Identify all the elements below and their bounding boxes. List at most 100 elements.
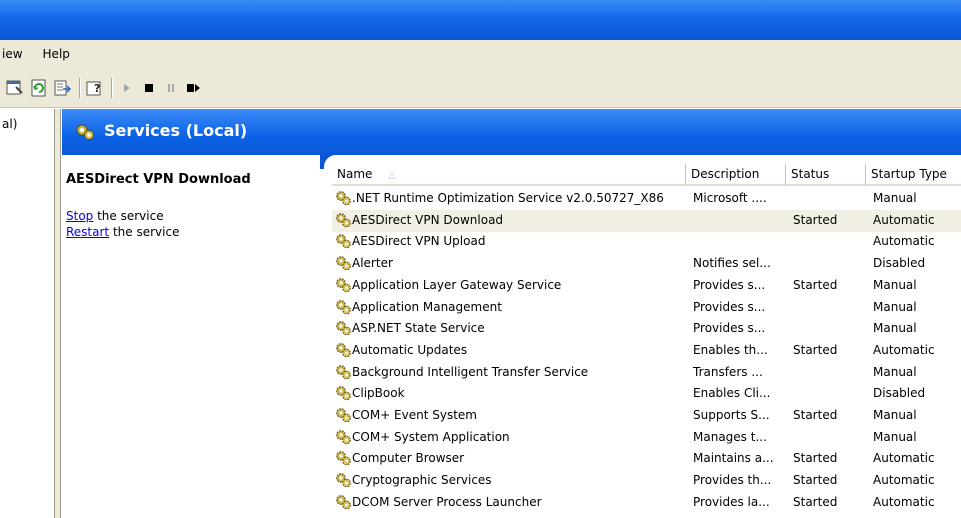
service-startup-type-cell: Automatic <box>873 473 935 488</box>
service-startup-type-cell: Disabled <box>873 256 926 271</box>
gear-service-icon <box>334 449 352 467</box>
service-name-cell: COM+ System Application <box>352 429 510 444</box>
service-description-cell: Supports S... <box>693 408 770 422</box>
stop-service-link[interactable]: Stop <box>66 209 93 223</box>
table-row[interactable]: Automatic Updates Enables th... Started Aut… <box>332 340 961 362</box>
service-description-cell: Transfers ... <box>693 364 763 379</box>
refresh-icon[interactable] <box>30 79 48 97</box>
toolbar-separator <box>79 78 81 98</box>
service-startup-type-cell: Automatic <box>873 451 935 466</box>
service-startup-type-cell: Manual <box>873 321 917 336</box>
menu-help[interactable]: Help <box>33 43 80 65</box>
gear-service-icon <box>334 232 352 250</box>
column-header-name[interactable]: Name △ <box>332 164 686 186</box>
gear-service-icon <box>334 406 352 424</box>
gear-service-icon <box>74 122 96 145</box>
service-name-cell: AESDirect VPN Upload <box>352 234 486 249</box>
gear-service-icon <box>334 384 352 402</box>
service-name-cell: Alerter <box>352 256 393 271</box>
table-row[interactable]: DCOM Server Process Launcher Provides la.… <box>332 492 961 514</box>
extended-view-pane: AESDirect VPN Download Stop the service … <box>62 155 324 518</box>
window-title-bar[interactable] <box>0 0 961 40</box>
stop-action: Stop the service <box>66 209 164 223</box>
stop-service-icon[interactable] <box>140 79 158 97</box>
service-name-cell: ClipBook <box>352 386 405 401</box>
table-row[interactable]: AESDirect VPN Download Started Automatic <box>332 209 961 232</box>
service-description-cell: Provides s... <box>693 299 766 314</box>
service-name-cell: Background Intelligent Transfer Service <box>352 364 589 379</box>
service-description-cell: Manages t... <box>693 429 767 444</box>
pause-service-icon[interactable] <box>162 79 180 97</box>
gear-service-icon <box>334 471 352 489</box>
service-name-cell: ASP.NET State Service <box>352 321 485 336</box>
service-name-cell: COM+ Event System <box>352 408 477 422</box>
table-row[interactable]: COM+ Event System Supports S... Started Man… <box>332 405 961 427</box>
services-header: Services (Local) <box>62 109 961 155</box>
toolbar: ? <box>0 68 961 108</box>
page-title: Services (Local) <box>104 121 248 140</box>
export-list-icon[interactable] <box>54 79 72 97</box>
column-header-startup-type[interactable]: Startup Type <box>866 164 961 186</box>
tree-node-services-local[interactable]: al) <box>2 117 17 131</box>
service-status-cell: Started <box>793 212 838 227</box>
column-header-name-label: Name <box>337 167 373 181</box>
restart-service-icon[interactable] <box>184 79 202 97</box>
gear-service-icon <box>334 276 352 294</box>
table-row[interactable]: Computer Browser Maintains a... Started Aut… <box>332 448 961 470</box>
gear-service-icon <box>334 298 352 316</box>
service-description-cell: Enables th... <box>693 342 768 357</box>
restart-service-link[interactable]: Restart <box>66 225 109 239</box>
service-name-cell: DCOM Server Process Launcher <box>352 494 542 509</box>
service-startup-type-cell: Manual <box>873 408 917 422</box>
start-service-icon[interactable] <box>118 79 136 97</box>
service-name-cell: Automatic Updates <box>352 342 468 357</box>
gear-service-icon <box>334 189 352 207</box>
service-description-cell: Provides s... <box>693 277 766 292</box>
service-startup-type-cell: Automatic <box>873 234 935 249</box>
gear-service-icon <box>334 319 352 337</box>
table-row[interactable]: COM+ System Application Manages t... Manua… <box>332 427 961 449</box>
table-row[interactable]: Application Management Provides s... Manua… <box>332 297 961 319</box>
service-status-cell: Started <box>793 277 838 292</box>
service-status-cell: Started <box>793 451 838 466</box>
menu-view[interactable]: iew <box>0 43 33 65</box>
service-name-cell: Cryptographic Services <box>352 473 492 488</box>
restart-action-text: the service <box>109 225 180 239</box>
gear-service-icon <box>334 254 352 272</box>
console-tree[interactable]: al) <box>0 109 55 518</box>
service-startup-type-cell: Manual <box>873 277 917 292</box>
service-status-cell: Started <box>793 342 838 357</box>
service-name-cell: Application Layer Gateway Service <box>352 277 562 292</box>
gear-service-icon <box>334 211 352 229</box>
table-row[interactable]: Application Layer Gateway Service Provide… <box>332 275 961 297</box>
properties-icon[interactable] <box>6 79 24 97</box>
table-row[interactable]: Cryptographic Services Provides th... Star… <box>332 470 961 492</box>
service-startup-type-cell: Manual <box>873 429 917 444</box>
pane-splitter[interactable] <box>55 109 61 518</box>
table-row[interactable]: Background Intelligent Transfer Service T… <box>332 362 961 384</box>
help-icon[interactable]: ? <box>86 79 104 97</box>
service-description-cell: Provides la... <box>693 494 770 509</box>
menu-bar: iew Help <box>0 40 961 68</box>
service-startup-type-cell: Automatic <box>873 342 935 357</box>
table-row[interactable]: ClipBook Enables Cli... Disabled <box>332 383 961 405</box>
svg-text:?: ? <box>94 82 100 95</box>
service-startup-type-cell: Automatic <box>873 494 935 509</box>
service-description-cell: Notifies sel... <box>693 256 771 271</box>
service-startup-type-cell: Disabled <box>873 386 926 401</box>
table-row[interactable]: Alerter Notifies sel... Disabled <box>332 253 961 275</box>
service-description-cell: Provides s... <box>693 321 766 336</box>
table-row[interactable]: ASP.NET State Service Provides s... Manual <box>332 318 961 340</box>
toolbar-separator <box>111 78 113 98</box>
restart-action: Restart the service <box>66 225 179 239</box>
service-name-cell: Computer Browser <box>352 451 465 466</box>
service-name-cell: AESDirect VPN Download <box>352 212 504 227</box>
table-row[interactable]: AESDirect VPN Upload Automatic <box>332 231 961 253</box>
gear-service-icon <box>334 493 352 511</box>
service-status-cell: Started <box>793 473 838 488</box>
table-row[interactable]: .NET Runtime Optimization Service v2.0.5… <box>332 188 961 210</box>
column-header-status[interactable]: Status <box>786 164 866 186</box>
column-header-description[interactable]: Description <box>686 164 786 186</box>
service-status-cell: Started <box>793 408 838 422</box>
service-status-cell: Started <box>793 494 838 509</box>
